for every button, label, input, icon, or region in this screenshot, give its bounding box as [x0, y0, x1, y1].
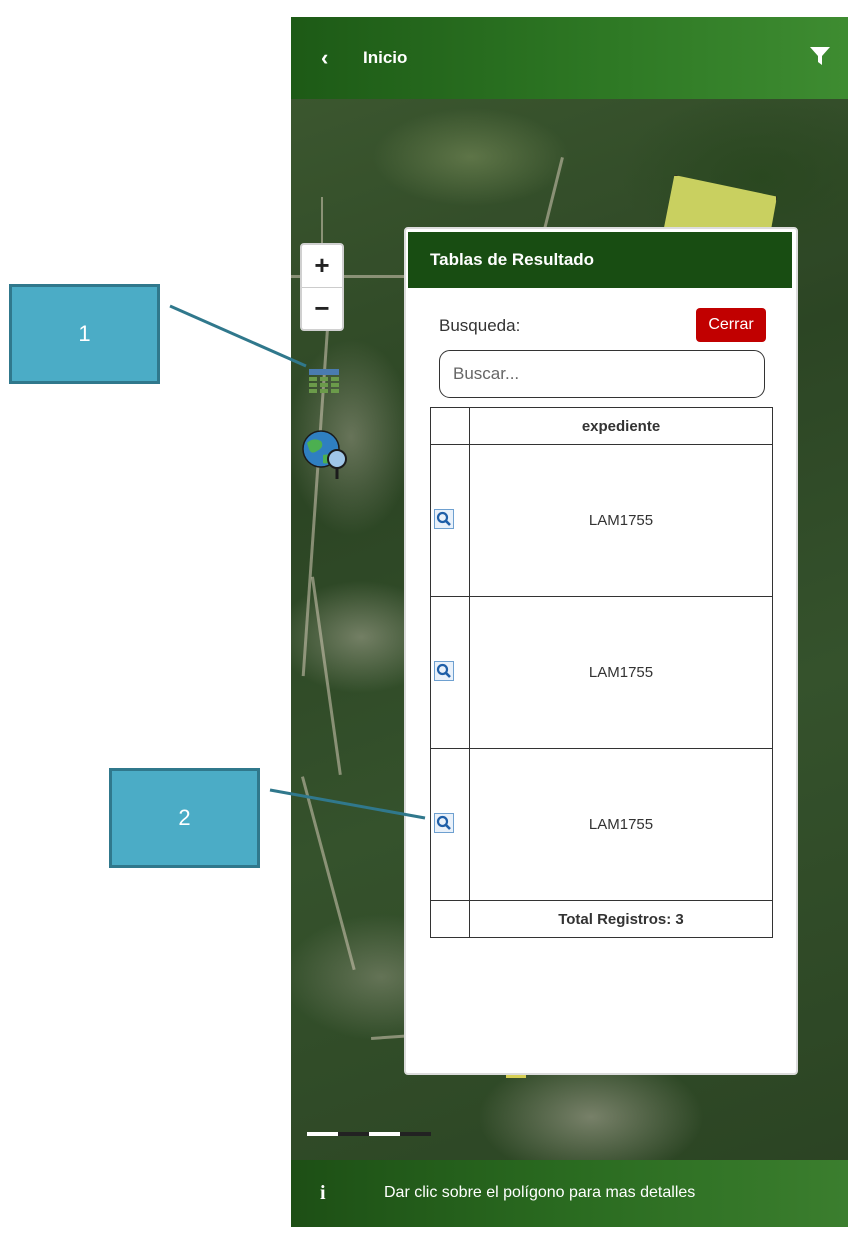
- callout-connectors: [169, 304, 426, 820]
- callout-1-label: 1: [78, 321, 91, 346]
- callout-2: 2: [109, 768, 260, 868]
- callout-1-line: [169, 304, 307, 368]
- callout-2-label: 2: [178, 805, 191, 830]
- callout-1: 1: [9, 284, 160, 384]
- callout-2-line: [269, 788, 426, 820]
